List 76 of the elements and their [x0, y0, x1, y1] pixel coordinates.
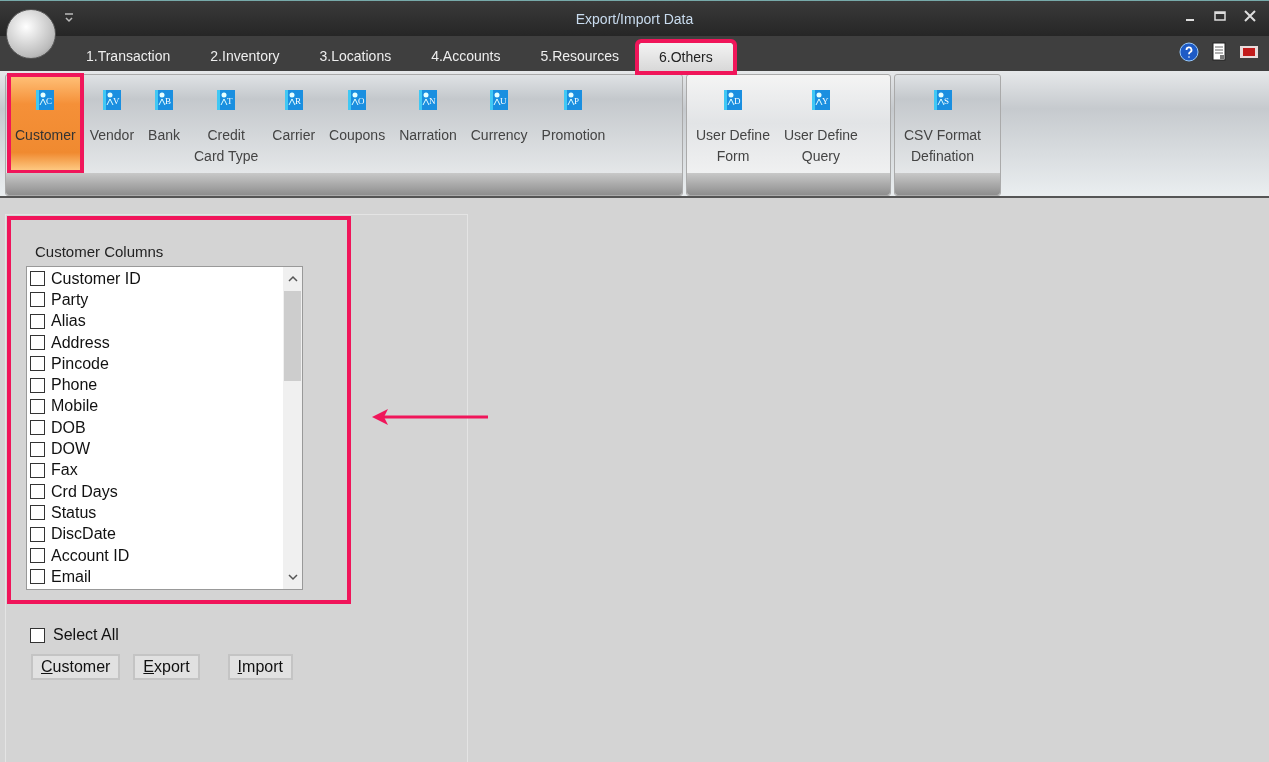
- app-logo-icon[interactable]: [6, 9, 56, 59]
- checkbox[interactable]: [30, 484, 45, 500]
- ribbon-tab[interactable]: 5.Resources: [520, 43, 640, 69]
- ribbon-button[interactable]: P Promotion: [535, 75, 612, 172]
- contact-book-icon: D: [722, 89, 743, 111]
- contact-book-icon: N: [417, 89, 438, 111]
- checkbox-label[interactable]: Alias: [51, 312, 86, 331]
- action-button[interactable]: Export: [133, 654, 200, 680]
- checkbox-label[interactable]: DiscDate: [51, 525, 116, 544]
- checkbox[interactable]: [30, 292, 45, 308]
- checkbox[interactable]: [30, 335, 45, 351]
- checkbox-label[interactable]: Account ID: [51, 546, 130, 565]
- checkbox[interactable]: [30, 398, 45, 414]
- checkbox-label[interactable]: Mobile: [51, 397, 99, 416]
- maximize-icon[interactable]: [1213, 9, 1227, 23]
- scrollbar-thumb[interactable]: [284, 291, 301, 381]
- ribbon-tab[interactable]: 1.Transaction: [66, 43, 191, 69]
- quick-access-dropdown-icon[interactable]: [64, 12, 74, 24]
- checkbox-label[interactable]: Pincode: [51, 354, 109, 373]
- checkbox-label[interactable]: DOW: [51, 440, 91, 458]
- close-icon[interactable]: [1243, 9, 1257, 23]
- checkbox[interactable]: [30, 313, 45, 329]
- checkbox[interactable]: [30, 627, 45, 643]
- checkbox-label[interactable]: Status: [51, 503, 97, 522]
- checkbox[interactable]: [30, 377, 45, 393]
- contact-book-icon: B: [154, 89, 174, 111]
- window-title: Export/Import Data: [575, 10, 694, 27]
- ribbon-button[interactable]: U Currency: [464, 75, 534, 172]
- checkbox-label[interactable]: Address: [51, 333, 110, 352]
- ribbon-button[interactable]: T Credit Card Type: [188, 75, 265, 172]
- checkbox[interactable]: [30, 548, 45, 563]
- ribbon-button[interactable]: B Bank: [142, 75, 186, 172]
- contact-book-icon: O: [347, 89, 368, 111]
- document-icon[interactable]: [1209, 42, 1229, 62]
- checkbox-label[interactable]: Crd Days: [51, 482, 118, 501]
- contact-book-icon: P: [563, 89, 584, 111]
- ribbon-button[interactable]: Y User Define Query: [777, 75, 864, 172]
- action-button[interactable]: Customer: [31, 654, 121, 680]
- ribbon-button[interactable]: C Customer: [9, 75, 82, 172]
- checkbox-label[interactable]: Fax: [51, 461, 78, 480]
- help-icon[interactable]: [1179, 42, 1199, 62]
- scroll-up-icon[interactable]: [287, 275, 298, 283]
- ribbon-button[interactable]: O Coupons: [323, 75, 392, 172]
- contact-book-icon: V: [101, 89, 122, 111]
- checkbox[interactable]: [30, 505, 45, 521]
- checkbox[interactable]: [30, 271, 45, 287]
- checkbox-label[interactable]: Party: [51, 290, 89, 309]
- ribbon-button[interactable]: R Carrier: [266, 75, 322, 172]
- ribbon-button[interactable]: S CSV Format Defination: [898, 75, 987, 172]
- ribbon-button[interactable]: D User Define Form: [690, 75, 776, 172]
- contact-book-icon: Y: [810, 89, 831, 111]
- checkbox-label[interactable]: DOB: [51, 418, 86, 437]
- checkbox[interactable]: [30, 441, 45, 457]
- checkbox[interactable]: [30, 526, 45, 542]
- checkbox[interactable]: [30, 356, 45, 372]
- ribbon-button[interactable]: N Narration: [393, 75, 463, 172]
- group-title: Customer Columns: [35, 243, 164, 260]
- ribbon-button[interactable]: V Vendor: [83, 75, 141, 172]
- contact-book-icon: C: [35, 89, 56, 111]
- ribbon-tab[interactable]: 3.Locations: [299, 43, 412, 69]
- contact-book-icon: R: [283, 89, 304, 111]
- checkbox[interactable]: [30, 462, 45, 478]
- contact-book-icon: U: [489, 89, 510, 111]
- checkbox-label[interactable]: Select All: [53, 626, 119, 644]
- checkbox[interactable]: [30, 420, 45, 436]
- scroll-down-icon[interactable]: [287, 573, 298, 581]
- ribbon-tab[interactable]: 4.Accounts: [411, 43, 521, 69]
- contact-book-icon: S: [932, 89, 953, 111]
- checkbox-label[interactable]: Phone: [51, 376, 98, 395]
- contact-book-icon: T: [216, 89, 237, 111]
- checkbox[interactable]: [30, 569, 45, 585]
- checkbox-label[interactable]: Email: [51, 567, 91, 586]
- action-button[interactable]: Import: [227, 654, 293, 680]
- scrollbar[interactable]: [283, 267, 302, 589]
- checkbox-label[interactable]: Customer ID: [51, 269, 141, 288]
- ribbon-tab[interactable]: 2.Inventory: [190, 43, 300, 69]
